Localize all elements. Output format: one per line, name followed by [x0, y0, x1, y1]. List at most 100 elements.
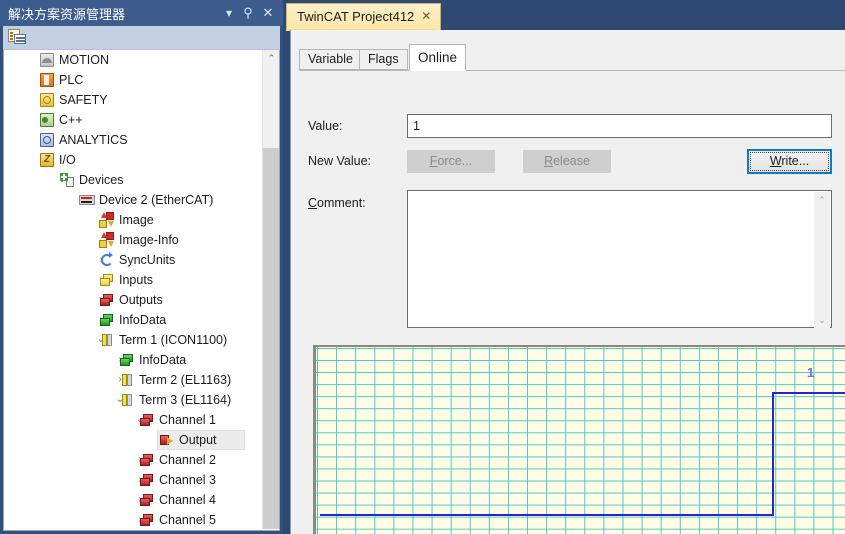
tree-item-analytics[interactable]: ANALYTICS	[4, 130, 262, 150]
tree-item-label: Term 1 (ICON1100)	[119, 333, 228, 347]
channel-icon	[139, 492, 155, 508]
tree-item-term-3-el1164[interactable]: ⌄ Term 3 (EL1164)	[4, 390, 262, 410]
tree-item-device-2-ethercat[interactable]: ⌄Device 2 (EtherCAT)	[4, 190, 262, 210]
tree-item-label: Inputs	[119, 273, 154, 287]
tree-item-safety[interactable]: SAFETY	[4, 90, 262, 110]
tree-item-label: Channel 1	[159, 413, 216, 427]
solution-tree: MOTIONPLCSAFETYC++ANALYTICS⌄ZI/O⌄Devices…	[4, 50, 262, 529]
force-button[interactable]: Force...	[407, 150, 495, 173]
tree-item-image-info[interactable]: Image-Info	[4, 230, 262, 250]
tree-item-channel-5[interactable]: ›Channel 5	[4, 510, 262, 529]
infodata-icon	[119, 352, 135, 368]
document-tab-twincat-project[interactable]: TwinCAT Project412 ✕	[286, 3, 442, 30]
document-tab-close-icon[interactable]: ✕	[419, 9, 433, 23]
chart-series-output-line	[320, 392, 845, 516]
comment-scroll-up-icon[interactable]: ⌃	[814, 192, 830, 208]
tree-item-channel-1[interactable]: ⌄Channel 1	[4, 410, 262, 430]
comment-scroll-down-icon[interactable]: ⌄	[814, 312, 830, 328]
new-value-label: New Value:	[308, 154, 371, 168]
pin-icon[interactable]: ⚲	[240, 5, 256, 21]
solution-explorer-title: 解决方案资源管理器	[8, 7, 126, 22]
tree-vertical-scrollbar[interactable]: ⌃	[262, 50, 279, 529]
syncunits-icon	[99, 252, 115, 268]
solution-explorer-titlebar: 解决方案资源管理器 ▾ ⚲ ✕	[0, 0, 283, 26]
tree-item-label: SyncUnits	[119, 253, 176, 267]
tree-item-infodata[interactable]: ›InfoData	[4, 310, 262, 330]
value-input[interactable]: 1	[407, 114, 832, 138]
online-property-page: Variable Flags Online Value: 1 New Value…	[290, 30, 845, 534]
tree-item-inputs[interactable]: ›Inputs	[4, 270, 262, 290]
tree-item-c[interactable]: C++	[4, 110, 262, 130]
cpp-icon	[39, 112, 55, 128]
document-tabstrip: TwinCAT Project412 ✕	[283, 0, 845, 31]
tree-item-label: C++	[59, 113, 83, 127]
tree-item-label: Term 2 (EL1163)	[139, 373, 232, 387]
infodata-icon	[99, 312, 115, 328]
tree-item-channel-2[interactable]: ›Channel 2	[4, 450, 262, 470]
tab-variable[interactable]: Variable	[299, 49, 362, 70]
tree-item-label: Channel 3	[159, 473, 216, 487]
tree-item-label: Term 3 (EL1164)	[139, 393, 232, 407]
tree-item-label: Image-Info	[119, 233, 179, 247]
twincat-window: 解决方案资源管理器 ▾ ⚲ ✕ MOTION PLC SAFETY C++ ANALYT…	[0, 0, 845, 534]
tree-item-label: Channel 5	[159, 513, 216, 527]
safety-icon	[39, 92, 55, 108]
term-icon	[99, 332, 115, 348]
motion-icon	[39, 52, 55, 68]
tree-item-infodata[interactable]: ›InfoData	[4, 350, 262, 370]
tree-item-output[interactable]: Output	[4, 430, 262, 450]
scrollbar-thumb[interactable]	[263, 148, 279, 529]
release-button[interactable]: Release	[523, 150, 611, 173]
release-button-label: Release	[544, 154, 590, 168]
io-icon: Z	[39, 152, 55, 168]
tree-item-label: I/O	[59, 153, 76, 167]
chart-series-svg	[320, 392, 845, 516]
scroll-up-icon[interactable]: ⌃	[263, 50, 279, 67]
tree-item-label: Outputs	[119, 293, 163, 307]
tab-flags-label: Flags	[368, 52, 399, 66]
tree-item-i-o[interactable]: ⌄ZI/O	[4, 150, 262, 170]
properties-window-button[interactable]	[8, 29, 28, 47]
tree-item-image[interactable]: Image	[4, 210, 262, 230]
comment-label: Comment:	[308, 196, 366, 210]
tree-item-devices[interactable]: ⌄Devices	[4, 170, 262, 190]
tree-item-label: Devices	[79, 173, 124, 187]
plc-icon	[39, 72, 55, 88]
dropdown-icon[interactable]: ▾	[221, 5, 237, 21]
tree-item-label: Image	[119, 213, 154, 227]
tree-item-outputs[interactable]: ›Outputs	[4, 290, 262, 310]
chart-plot-area: 1	[316, 347, 845, 534]
tab-online[interactable]: Online	[409, 44, 467, 71]
force-button-label: Force...	[429, 154, 473, 168]
tree-item-label: SAFETY	[59, 93, 108, 107]
tree-item-label: Device 2 (EtherCAT)	[99, 193, 214, 207]
outputs-icon	[99, 292, 115, 308]
tree-item-plc[interactable]: PLC	[4, 70, 262, 90]
tree-item-motion[interactable]: MOTION	[4, 50, 262, 70]
close-icon[interactable]: ✕	[260, 5, 276, 21]
tree-item-term-2-el1163[interactable]: › Term 2 (EL1163)	[4, 370, 262, 390]
tab-variable-label: Variable	[308, 52, 353, 66]
ethercat-icon	[79, 192, 95, 208]
tree-item-label: ANALYTICS	[59, 133, 128, 147]
channel-icon	[139, 452, 155, 468]
tree-item-channel-3[interactable]: ›Channel 3	[4, 470, 262, 490]
solution-explorer-toolbar	[3, 26, 280, 50]
tree-item-label: MOTION	[59, 53, 109, 67]
comment-vertical-scrollbar[interactable]: ⌃ ⌄	[814, 192, 830, 328]
channel-icon	[139, 472, 155, 488]
write-button[interactable]: Write...	[747, 149, 832, 174]
tab-flags[interactable]: Flags	[359, 49, 408, 70]
channel-icon	[139, 512, 155, 528]
tab-separator-line	[299, 70, 845, 71]
value-input-text: 1	[413, 119, 420, 133]
tree-item-syncunits[interactable]: › SyncUnits	[4, 250, 262, 270]
term-icon	[119, 372, 135, 388]
tree-item-label: InfoData	[139, 353, 187, 367]
comment-textarea[interactable]: ⌃ ⌄	[407, 190, 832, 328]
tree-item-label: PLC	[59, 73, 84, 87]
tab-online-label: Online	[418, 50, 458, 65]
output-var-icon	[159, 432, 175, 448]
tree-item-term-1-icon1100[interactable]: ⌄ Term 1 (ICON1100)	[4, 330, 262, 350]
tree-item-channel-4[interactable]: ›Channel 4	[4, 490, 262, 510]
